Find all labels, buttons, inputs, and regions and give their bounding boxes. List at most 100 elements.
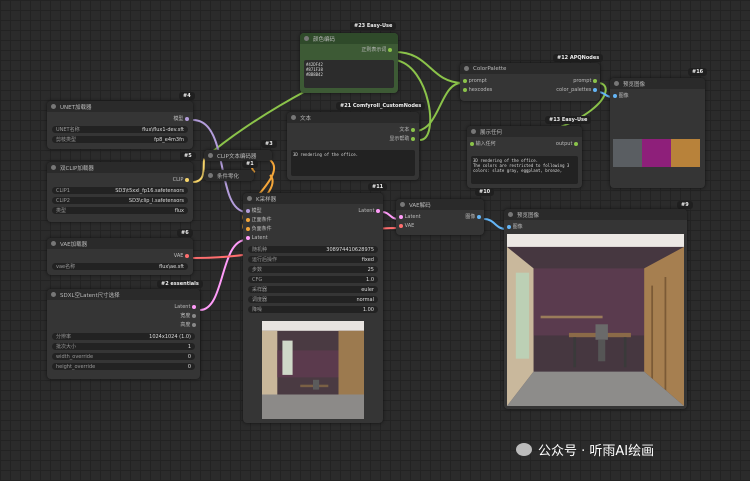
- output-port-any[interactable]: output: [556, 141, 578, 148]
- output-port-palettes[interactable]: color_palettes: [556, 87, 597, 94]
- collapse-dot-icon[interactable]: [400, 202, 405, 207]
- node-header[interactable]: 双CLIP加载器: [47, 162, 193, 173]
- widget-4[interactable]: 采样器 euler: [248, 286, 378, 293]
- input-port-vae[interactable]: VAE: [399, 223, 414, 230]
- collapse-dot-icon[interactable]: [247, 196, 252, 201]
- latent-port-icon[interactable]: [376, 208, 380, 213]
- string-port-icon[interactable]: [593, 78, 597, 83]
- model-port-icon[interactable]: [185, 116, 189, 121]
- widget-0[interactable]: 分辨率 1024x1024 (1.0): [52, 333, 195, 340]
- preview-image-node-9[interactable]: 预览图像 图像: [504, 209, 687, 409]
- clip2-select[interactable]: CLIP2 SD3\clip_l.safetensors: [52, 197, 188, 204]
- node-header[interactable]: SDXL空Latent尺寸选择: [47, 289, 200, 300]
- input-port-latent[interactable]: Latent: [246, 235, 268, 242]
- text-input[interactable]: 3D rendering of the office.: [291, 150, 415, 176]
- colorpalette-node[interactable]: ColorPalette prompt hexcodes prompt colo…: [460, 63, 600, 101]
- node-header[interactable]: 文本: [287, 112, 419, 123]
- string-port-icon[interactable]: [388, 47, 392, 52]
- sdxl-empty-latent-node[interactable]: SDXL空Latent尺寸选择 Latent 宽度 高度 分辨率 1024x102…: [47, 289, 200, 379]
- input-port-model[interactable]: 模型: [246, 208, 262, 215]
- node-header[interactable]: UNET加载器: [47, 101, 193, 112]
- output-port-latent[interactable]: Latent: [174, 304, 196, 311]
- vae-loader-node[interactable]: VAE加载器 VAE vae名称 flux\ae.sft: [47, 238, 193, 275]
- node-header[interactable]: ColorPalette: [460, 63, 600, 74]
- input-port-prompt[interactable]: prompt: [463, 78, 487, 85]
- widget-3[interactable]: CFG 1.0: [248, 276, 378, 283]
- output-port-width[interactable]: 宽度: [180, 313, 196, 320]
- image-port-icon[interactable]: [613, 93, 617, 98]
- collapse-dot-icon[interactable]: [51, 104, 56, 109]
- widget-5[interactable]: 调度器 normal: [248, 296, 378, 303]
- output-port-text[interactable]: 文本: [399, 127, 415, 134]
- clip1-select[interactable]: CLIP1 SD3\t5xxl_fp16.safetensors: [52, 187, 188, 194]
- collapse-dot-icon[interactable]: [51, 241, 56, 246]
- vae-port-icon[interactable]: [399, 223, 403, 228]
- clip-type-select[interactable]: 类型 flux: [52, 207, 188, 214]
- collapse-dot-icon[interactable]: [471, 129, 476, 134]
- weight-dtype-select[interactable]: 剪枝类型 fp8_e4m3fn: [52, 136, 188, 143]
- model-port-icon[interactable]: [246, 208, 250, 213]
- node-header[interactable]: CLIP文本编码器: [204, 150, 272, 161]
- unet-name-select[interactable]: UNET名称 flux\flux1-dev.sft: [52, 126, 188, 133]
- any-port-icon[interactable]: [470, 141, 474, 146]
- collapse-dot-icon[interactable]: [208, 153, 213, 158]
- node-header[interactable]: 颜色编码: [300, 33, 398, 44]
- input-port-latent[interactable]: Latent: [399, 214, 421, 221]
- image-port-icon[interactable]: [507, 224, 511, 229]
- widget-1[interactable]: 批次大小 1: [52, 343, 195, 350]
- node-header[interactable]: VAE加载器: [47, 238, 193, 249]
- collapse-dot-icon[interactable]: [291, 115, 296, 120]
- widget-0[interactable]: 随机种 308974410628975: [248, 246, 378, 253]
- node-header[interactable]: K采样器: [243, 193, 383, 204]
- input-port-image[interactable]: 图像: [613, 93, 629, 100]
- hex-textarea[interactable]: #42DF42 #871F38 #BB8B42: [304, 60, 394, 88]
- string-port-icon[interactable]: [463, 87, 467, 92]
- ksampler-node[interactable]: K采样器 模型 正面条件 负面条件 Latent Latent 随机种 30897…: [243, 193, 383, 423]
- node-header[interactable]: VAE解码: [396, 199, 484, 210]
- output-port-prompt[interactable]: prompt: [573, 78, 597, 85]
- output-port-model[interactable]: 模型: [173, 116, 189, 123]
- output-port-clip[interactable]: CLIP: [173, 177, 189, 184]
- node-header[interactable]: 条件零化: [204, 170, 254, 181]
- collapse-dot-icon[interactable]: [464, 66, 469, 71]
- widget-1[interactable]: 运行后操作 fixed: [248, 256, 378, 263]
- input-port-image[interactable]: 图像: [507, 224, 523, 231]
- output-port-height[interactable]: 高度: [180, 322, 196, 329]
- image-port-icon[interactable]: [593, 87, 597, 92]
- latent-port-icon[interactable]: [246, 235, 250, 240]
- image-port-icon[interactable]: [477, 214, 481, 219]
- vae-decode-node[interactable]: VAE解码 Latent VAE 图像: [396, 199, 484, 235]
- output-port-vae[interactable]: VAE: [174, 253, 189, 260]
- vae-name-select[interactable]: vae名称 flux\ae.sft: [52, 263, 188, 270]
- unet-loader-node[interactable]: UNET加载器 模型 UNET名称 flux\flux1-dev.sft 剪枝类型…: [47, 101, 193, 149]
- dual-clip-loader-node[interactable]: 双CLIP加载器 CLIP CLIP1 SD3\t5xxl_fp16.safete…: [47, 162, 193, 222]
- latent-port-icon[interactable]: [192, 304, 196, 309]
- input-port-hexcodes[interactable]: hexcodes: [463, 87, 492, 94]
- text-node[interactable]: 文本 文本 显示帮助 3D rendering of the office.: [287, 112, 419, 180]
- widget-6[interactable]: 降噪 1.00: [248, 306, 378, 313]
- conditioning-port-icon[interactable]: [246, 217, 250, 222]
- collapse-dot-icon[interactable]: [208, 173, 213, 178]
- output-port-help[interactable]: 显示帮助: [389, 136, 415, 143]
- input-port-any[interactable]: 输入任何: [470, 141, 496, 148]
- conditioning-zero-node[interactable]: 条件零化: [204, 170, 254, 181]
- collapse-dot-icon[interactable]: [51, 165, 56, 170]
- collapse-dot-icon[interactable]: [304, 36, 309, 41]
- output-port[interactable]: 正则表示词: [361, 47, 392, 54]
- color-encode-node[interactable]: 颜色编码 正则表示词 #42DF42 #871F38 #BB8B42: [300, 33, 398, 93]
- int-port-icon[interactable]: [192, 313, 196, 318]
- show-any-node[interactable]: 展示任何 输入任何 output 3D rendering of the off…: [467, 126, 582, 188]
- collapse-dot-icon[interactable]: [51, 292, 56, 297]
- string-port-icon[interactable]: [411, 127, 415, 132]
- widget-2[interactable]: width_override 0: [52, 353, 195, 360]
- widget-3[interactable]: height_override 0: [52, 363, 195, 370]
- node-header[interactable]: 预览图像: [504, 209, 687, 220]
- node-header[interactable]: 展示任何: [467, 126, 582, 137]
- string-port-icon[interactable]: [463, 78, 467, 83]
- preview-image-node-16[interactable]: 预览图像 图像: [610, 78, 705, 188]
- input-port-negative[interactable]: 负面条件: [246, 226, 272, 233]
- collapse-dot-icon[interactable]: [614, 81, 619, 86]
- output-port-image[interactable]: 图像: [465, 214, 481, 221]
- conditioning-port-icon[interactable]: [246, 226, 250, 231]
- node-header[interactable]: 预览图像: [610, 78, 705, 89]
